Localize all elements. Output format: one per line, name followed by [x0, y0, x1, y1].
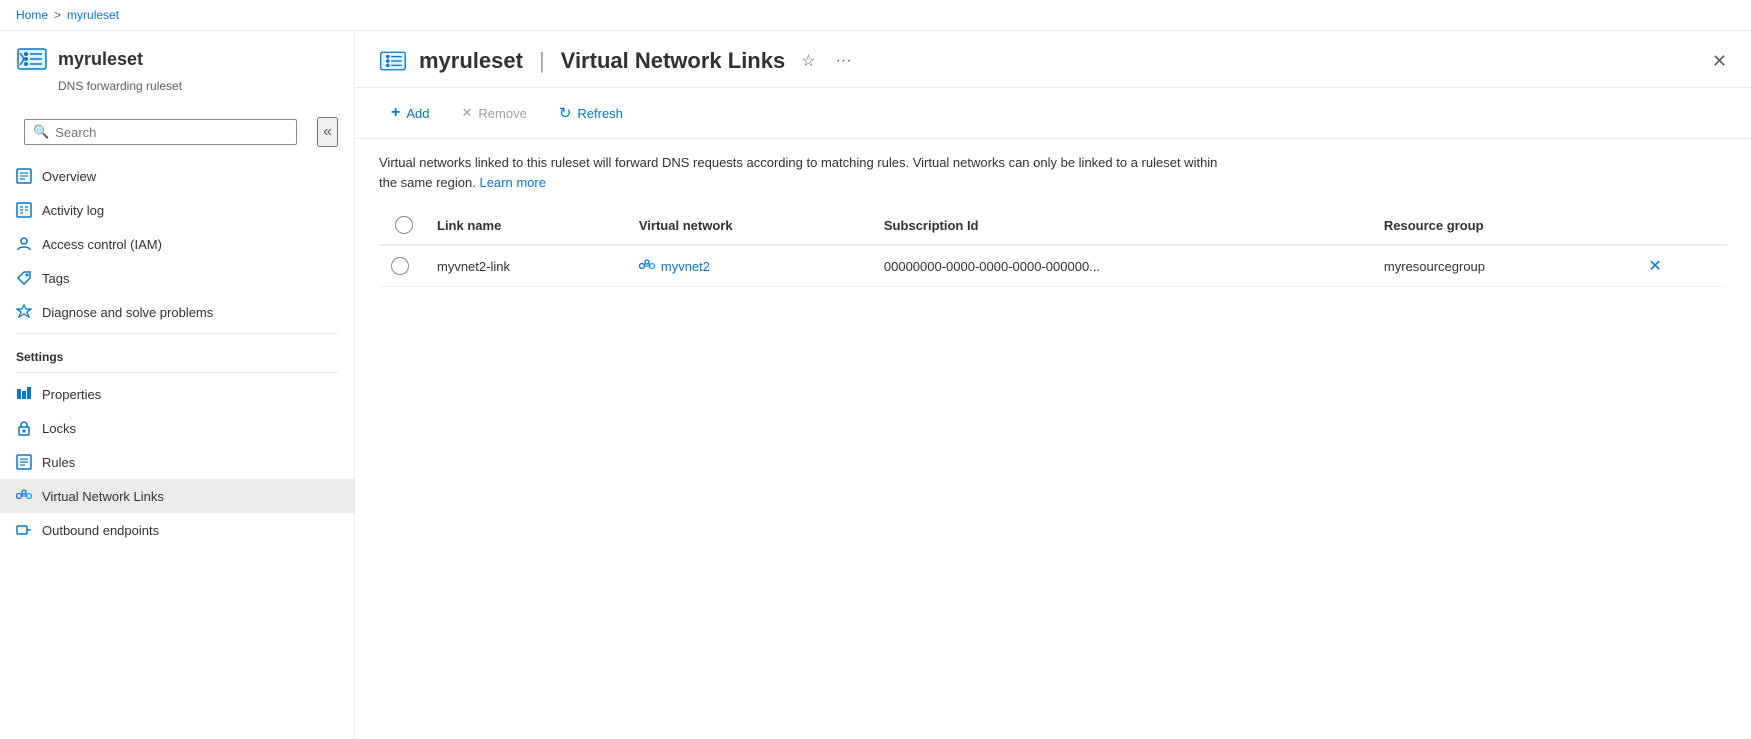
links-table: Link name Virtual network Subscription I… [379, 206, 1727, 287]
toolbar: + Add ✕ Remove ↻ Refresh [355, 88, 1751, 139]
overview-icon [16, 168, 32, 184]
search-input[interactable] [55, 125, 288, 140]
title-resource-icon [379, 47, 407, 75]
app-container: Home > myruleset [0, 0, 1751, 739]
nav-items: Overview Activity log Access control (IA… [0, 159, 354, 329]
select-all-radio[interactable] [395, 216, 413, 234]
diagnose-label: Diagnose and solve problems [42, 305, 213, 320]
page-title-resource: myruleset [419, 48, 523, 74]
sidebar-item-diagnose[interactable]: Diagnose and solve problems [0, 295, 354, 329]
breadcrumb-separator: > [54, 8, 61, 22]
vnet-name: myvnet2 [661, 259, 710, 274]
locks-label: Locks [42, 421, 76, 436]
sidebar-item-activity-log[interactable]: Activity log [0, 193, 354, 227]
resource-group-header: Resource group [1372, 206, 1633, 245]
refresh-label: Refresh [577, 106, 623, 121]
sidebar-item-tags[interactable]: Tags [0, 261, 354, 295]
resource-subtitle: DNS forwarding ruleset [58, 79, 338, 93]
row-select-cell[interactable] [379, 245, 425, 287]
table-container: Link name Virtual network Subscription I… [355, 206, 1751, 739]
access-control-label: Access control (IAM) [42, 237, 162, 252]
table-header-row: Link name Virtual network Subscription I… [379, 206, 1727, 245]
activity-log-label: Activity log [42, 203, 104, 218]
diagnose-icon [16, 304, 32, 320]
favorite-icon[interactable]: ☆ [797, 47, 819, 75]
vnet-link[interactable]: myvnet2 [639, 258, 860, 274]
remove-label: Remove [478, 106, 526, 121]
link-name-header: Link name [425, 206, 627, 245]
add-button[interactable]: + Add [379, 98, 441, 128]
breadcrumb-home[interactable]: Home [16, 8, 48, 22]
tags-label: Tags [42, 271, 69, 286]
tags-icon [16, 270, 32, 286]
virtual-network-header: Virtual network [627, 206, 872, 245]
learn-more-link[interactable]: Learn more [479, 175, 545, 190]
locks-icon [16, 420, 32, 436]
collapse-sidebar-button[interactable]: « [317, 117, 338, 147]
activity-log-icon [16, 202, 32, 218]
select-all-header[interactable] [379, 206, 425, 245]
table-body: myvnet2-link [379, 245, 1727, 287]
access-control-icon [16, 236, 32, 252]
properties-icon [16, 386, 32, 402]
settings-nav-items: Properties Locks Rules [0, 377, 354, 547]
settings-section-header: Settings [0, 338, 354, 368]
delete-row-button[interactable]: ✕ [1644, 254, 1665, 279]
link-name-cell: myvnet2-link [425, 245, 627, 287]
page-title-section: Virtual Network Links [561, 48, 786, 74]
add-icon: + [391, 104, 400, 122]
sidebar-item-overview[interactable]: Overview [0, 159, 354, 193]
more-options-icon[interactable]: ··· [832, 48, 856, 74]
breadcrumb: Home > myruleset [0, 0, 1751, 31]
virtual-network-links-label: Virtual Network Links [42, 489, 164, 504]
rules-label: Rules [42, 455, 75, 470]
page-title-bar: myruleset | Virtual Network Links ☆ ··· … [355, 31, 1751, 88]
delete-cell[interactable]: ✕ [1632, 245, 1727, 287]
breadcrumb-current[interactable]: myruleset [67, 8, 119, 22]
row-radio[interactable] [391, 257, 409, 275]
sidebar-item-rules[interactable]: Rules [0, 445, 354, 479]
sidebar-item-access-control[interactable]: Access control (IAM) [0, 227, 354, 261]
sidebar-item-properties[interactable]: Properties [0, 377, 354, 411]
title-divider: | [539, 48, 545, 74]
ruleset-icon [16, 43, 48, 75]
properties-label: Properties [42, 387, 101, 402]
search-icon: 🔍 [33, 124, 49, 140]
refresh-icon: ↻ [559, 104, 572, 122]
actions-header [1632, 206, 1727, 245]
sidebar-item-outbound-endpoints[interactable]: Outbound endpoints [0, 513, 354, 547]
resource-icon [16, 43, 48, 75]
subscription-id-header: Subscription Id [872, 206, 1372, 245]
resource-name: myruleset [58, 49, 143, 70]
remove-icon: ✕ [461, 105, 472, 121]
sidebar-header: myruleset DNS forwarding ruleset [0, 31, 354, 109]
resource-group-cell: myresourcegroup [1372, 245, 1633, 287]
outbound-endpoints-icon [16, 522, 32, 538]
sidebar: myruleset DNS forwarding ruleset 🔍 « [0, 31, 355, 739]
description-text: Virtual networks linked to this ruleset … [355, 139, 1255, 206]
main-layout: myruleset DNS forwarding ruleset 🔍 « [0, 31, 1751, 739]
rules-icon [16, 454, 32, 470]
add-label: Add [406, 106, 429, 121]
settings-divider-2 [16, 372, 338, 373]
vnet-icon [639, 258, 655, 274]
refresh-button[interactable]: ↻ Refresh [547, 98, 635, 128]
settings-divider [16, 333, 338, 334]
outbound-endpoints-label: Outbound endpoints [42, 523, 159, 538]
overview-label: Overview [42, 169, 96, 184]
sidebar-item-virtual-network-links[interactable]: Virtual Network Links [0, 479, 354, 513]
close-icon[interactable]: ✕ [1712, 51, 1727, 72]
content-area: myruleset | Virtual Network Links ☆ ··· … [355, 31, 1751, 739]
subscription-id-cell: 00000000-0000-0000-0000-000000... [872, 245, 1372, 287]
search-box: 🔍 [24, 119, 297, 145]
remove-button[interactable]: ✕ Remove [449, 99, 538, 127]
sidebar-item-locks[interactable]: Locks [0, 411, 354, 445]
virtual-network-links-icon [16, 488, 32, 504]
table-row: myvnet2-link [379, 245, 1727, 287]
virtual-network-cell: myvnet2 [627, 245, 872, 287]
resource-title-row: myruleset [16, 43, 338, 75]
